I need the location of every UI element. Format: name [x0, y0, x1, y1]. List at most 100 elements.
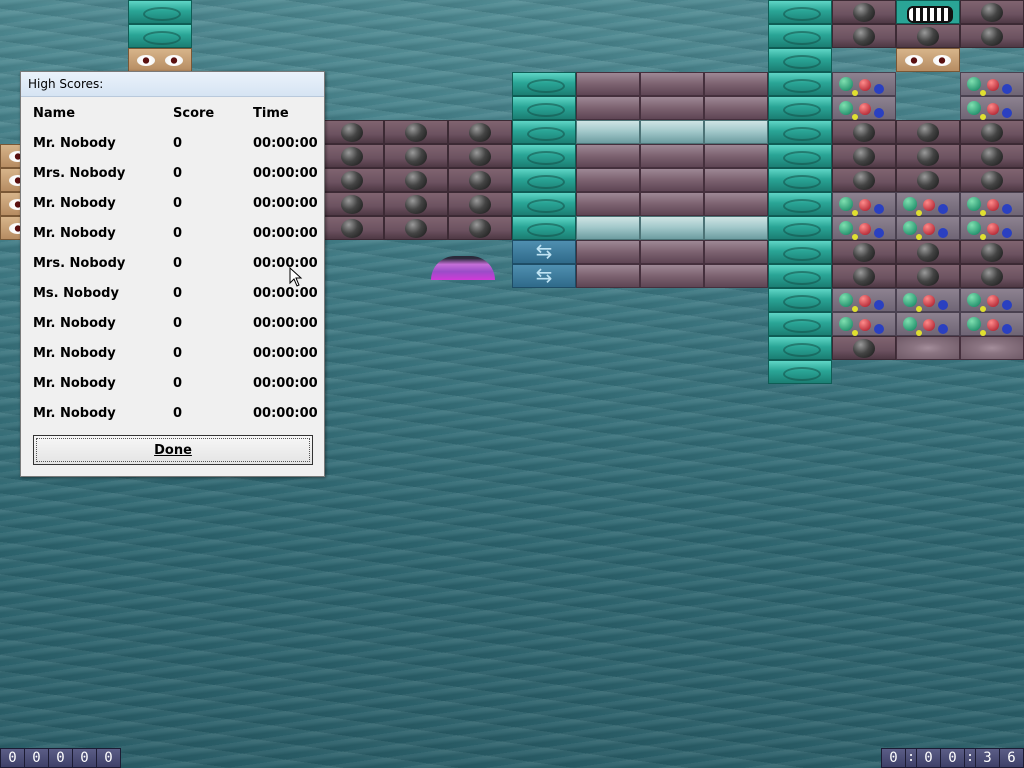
player-time: 00:00:00	[253, 286, 318, 301]
brick-ball-icon	[320, 120, 384, 144]
brick-pink-icon	[576, 168, 640, 192]
player-name: Mr. Nobody	[33, 196, 116, 211]
player-time: 00:00:00	[253, 196, 318, 211]
brick-ball-icon	[832, 144, 896, 168]
brick-teal-icon	[768, 144, 832, 168]
brick-teal-icon	[768, 240, 832, 264]
brick-teal-icon	[768, 0, 832, 24]
brick-ball-icon	[960, 264, 1024, 288]
brick-gems-icon	[960, 312, 1024, 336]
score-digit: 0	[25, 749, 48, 767]
brick-teal-icon	[768, 288, 832, 312]
player-score: 0	[173, 226, 183, 241]
brick-light-icon	[576, 120, 640, 144]
table-row: Mr. Nobody 0 00:00:00	[33, 314, 318, 334]
timer-digit: 3	[976, 749, 999, 767]
brick-ball-icon	[896, 168, 960, 192]
brick-ball-icon	[960, 144, 1024, 168]
brick-gems-icon	[832, 72, 896, 96]
brick-teal-icon	[512, 96, 576, 120]
player-score: 0	[173, 316, 183, 331]
brick-gems-icon	[960, 192, 1024, 216]
brick-pink-icon	[704, 72, 768, 96]
brick-light-icon	[704, 120, 768, 144]
player-name: Mrs. Nobody	[33, 166, 126, 181]
brick-ball-icon	[832, 240, 896, 264]
player-name: Mr. Nobody	[33, 376, 116, 391]
brick-teal-icon	[128, 24, 192, 48]
brick-pink-icon	[576, 240, 640, 264]
brick-pink-icon	[704, 240, 768, 264]
score-digit: 0	[49, 749, 72, 767]
player-name: Mr. Nobody	[33, 346, 116, 361]
brick-ball-icon	[896, 120, 960, 144]
brick-arrow-icon	[512, 239, 576, 264]
column-time-header: Time	[253, 106, 289, 121]
brick-ripple-icon	[960, 336, 1024, 360]
brick-ball-icon	[832, 120, 896, 144]
brick-teal-icon	[768, 120, 832, 144]
table-row: Mr. Nobody 0 00:00:00	[33, 344, 318, 364]
brick-pink-icon	[640, 240, 704, 264]
done-button[interactable]: Done	[33, 435, 313, 465]
brick-ball-icon	[896, 24, 960, 48]
player-score: 0	[173, 406, 183, 421]
brick-gems-icon	[960, 288, 1024, 312]
brick-teal-icon	[512, 72, 576, 96]
player-name: Mr. Nobody	[33, 226, 116, 241]
brick-ball-icon	[960, 0, 1024, 24]
brick-teal-icon	[512, 192, 576, 216]
brick-ball-icon	[448, 144, 512, 168]
brick-ball-icon	[320, 144, 384, 168]
brick-arrow-icon	[512, 263, 576, 288]
brick-mouth-icon	[896, 0, 960, 24]
timer-digit: 0	[941, 749, 964, 767]
brick-eye-icon	[0, 216, 55, 240]
brick-pink-icon	[704, 264, 768, 288]
brick-gems-icon	[896, 192, 960, 216]
brick-gems-icon	[832, 192, 896, 216]
dialog-title: High Scores:	[21, 72, 324, 97]
brick-pink-icon	[640, 192, 704, 216]
score-digit: 0	[73, 749, 96, 767]
timer-separator: :	[906, 749, 916, 767]
player-time: 00:00:00	[253, 136, 318, 151]
brick-teal-icon	[768, 216, 832, 240]
brick-gems-icon	[832, 216, 896, 240]
brick-teal-icon	[768, 192, 832, 216]
brick-ball-icon	[320, 216, 384, 240]
brick-gems-icon	[832, 312, 896, 336]
brick-gems-icon	[960, 216, 1024, 240]
brick-ball-icon	[960, 240, 1024, 264]
brick-ball-icon	[832, 24, 896, 48]
brick-gems-icon	[896, 312, 960, 336]
brick-ball-icon	[384, 144, 448, 168]
brick-ball-icon	[384, 192, 448, 216]
brick-pink-icon	[704, 168, 768, 192]
player-name: Mr. Nobody	[33, 316, 116, 331]
player-time: 00:00:00	[253, 166, 318, 181]
brick-teal-icon	[768, 72, 832, 96]
player-name: Mr. Nobody	[33, 136, 116, 151]
brick-ball-icon	[832, 0, 896, 24]
brick-pink-icon	[640, 72, 704, 96]
brick-ball-icon	[896, 240, 960, 264]
brick-gems-icon	[960, 72, 1024, 96]
brick-ball-icon	[448, 216, 512, 240]
brick-pink-icon	[640, 96, 704, 120]
player-name: Mr. Nobody	[33, 406, 116, 421]
brick-gems-icon	[896, 288, 960, 312]
brick-light-icon	[640, 216, 704, 240]
player-score: 0	[173, 136, 183, 151]
player-score: 0	[173, 376, 183, 391]
player-name: Mrs. Nobody	[33, 256, 126, 271]
brick-light-icon	[704, 216, 768, 240]
brick-light-icon	[640, 120, 704, 144]
brick-pink-icon	[704, 96, 768, 120]
score-digit: 0	[97, 749, 120, 767]
brick-teal-icon	[768, 264, 832, 288]
brick-ball-icon	[896, 264, 960, 288]
brick-ball-icon	[832, 264, 896, 288]
brick-ball-icon	[960, 24, 1024, 48]
brick-teal-icon	[128, 0, 192, 24]
